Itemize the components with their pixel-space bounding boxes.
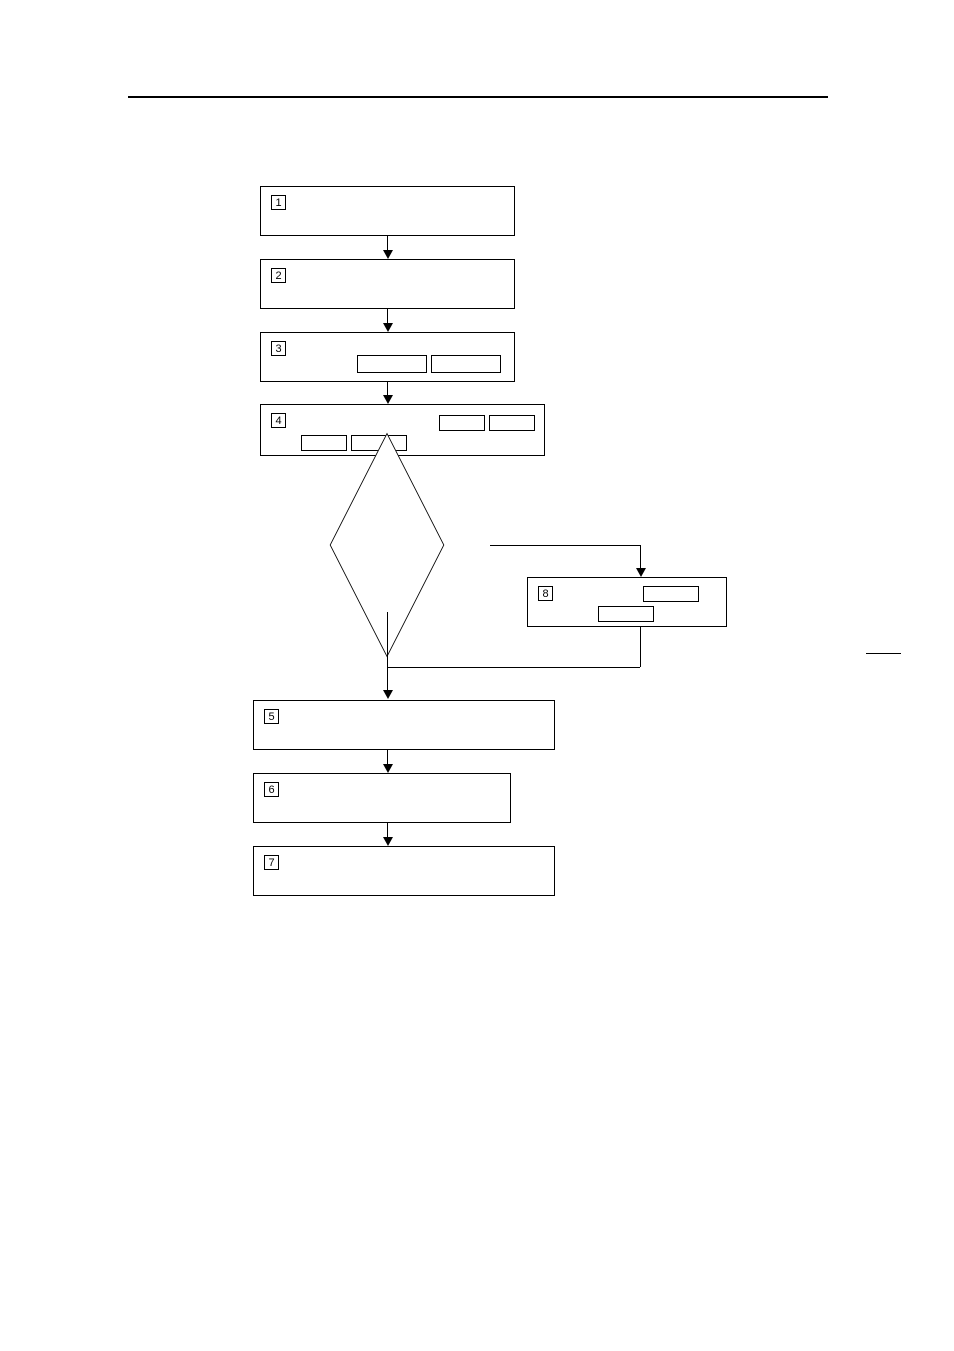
step-number-5: 5 (264, 709, 279, 724)
connector (387, 612, 388, 692)
flow-step-5: 5 (253, 700, 555, 750)
connector (490, 545, 640, 546)
step-number-1: 1 (271, 195, 286, 210)
arrowhead (383, 690, 393, 699)
inner-field (431, 355, 501, 373)
side-mark (866, 653, 901, 654)
flow-step-7: 7 (253, 846, 555, 896)
flow-step-6: 6 (253, 773, 511, 823)
step-number-6: 6 (264, 782, 279, 797)
step-number-2: 2 (271, 268, 286, 283)
connector (640, 627, 641, 667)
flow-step-2: 2 (260, 259, 515, 309)
flow-step-8: 8 (527, 577, 727, 627)
flow-step-4: 4 (260, 404, 545, 456)
decision (387, 545, 388, 546)
inner-field (598, 606, 654, 622)
flow-step-1: 1 (260, 186, 515, 236)
step-number-4: 4 (271, 413, 286, 428)
flow-step-3: 3 (260, 332, 515, 382)
connector (640, 545, 641, 570)
connector (387, 667, 640, 668)
step-number-3: 3 (271, 341, 286, 356)
arrowhead (383, 395, 393, 404)
inner-field (439, 415, 485, 431)
inner-field (357, 355, 427, 373)
arrowhead (636, 568, 646, 577)
inner-field (489, 415, 535, 431)
arrowhead (383, 250, 393, 259)
arrowhead (383, 323, 393, 332)
step-number-7: 7 (264, 855, 279, 870)
step-number-8: 8 (538, 586, 553, 601)
arrowhead (383, 764, 393, 773)
inner-field (301, 435, 347, 451)
arrowhead (383, 837, 393, 846)
header-rule (128, 96, 828, 98)
page: 1 2 3 4 8 (0, 0, 954, 1351)
inner-field (643, 586, 699, 602)
